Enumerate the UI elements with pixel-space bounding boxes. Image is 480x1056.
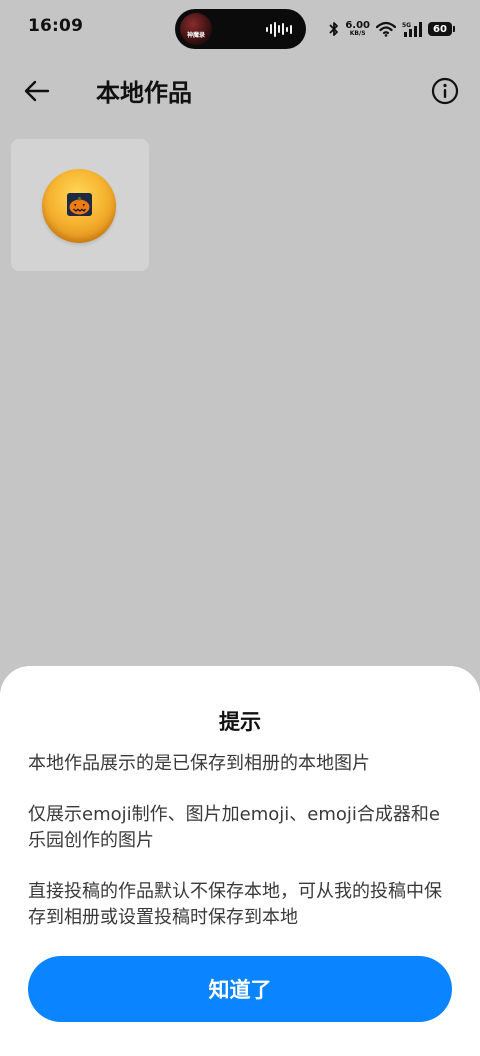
bluetooth-icon [329, 21, 339, 37]
dialog-paragraph-3: 直接投稿的作品默认不保存本地，可从我的投稿中保存到相册或设置投稿时保存到本地 [28, 881, 442, 928]
back-button[interactable] [20, 76, 54, 110]
now-playing-caption: 神魔录 [186, 32, 205, 39]
artwork-item[interactable] [11, 139, 149, 271]
network-speed-unit: KB/S [349, 30, 366, 37]
battery-indicator: 60 [428, 22, 455, 36]
dynamic-island[interactable]: 神魔录 [175, 9, 306, 49]
signal-generation-label: 5G [402, 22, 411, 29]
page-title: 本地作品 [96, 79, 192, 107]
dialog-title: 提示 [219, 710, 261, 734]
pumpkin-emoji-icon [42, 169, 116, 243]
info-circle-icon [431, 77, 459, 109]
info-button[interactable] [426, 74, 464, 112]
dialog-paragraph-1: 本地作品展示的是已保存到相册的本地图片 [28, 753, 370, 774]
status-bar: 16:09 神魔录 6.00 KB/S 5G 60 [0, 0, 480, 58]
audio-wave-icon [266, 21, 292, 37]
tip-bottom-sheet: 提示 本地作品展示的是已保存到相册的本地图片 仅展示emoji制作、图片加emo… [0, 666, 480, 1056]
cellular-signal-icon: 5G [402, 21, 422, 37]
arrow-left-icon [24, 80, 50, 106]
status-indicators: 6.00 KB/S 5G 60 [329, 17, 455, 41]
pumpkin-icon [67, 193, 92, 216]
now-playing-thumbnail: 神魔录 [180, 13, 212, 45]
network-speed: 6.00 KB/S [345, 21, 370, 37]
got-it-button[interactable]: 知道了 [28, 956, 452, 1022]
dialog-paragraph-2: 仅展示emoji制作、图片加emoji、emoji合成器和e乐园创作的图片 [28, 804, 440, 851]
status-time: 16:09 [28, 16, 84, 36]
app-bar: 本地作品 [0, 58, 480, 128]
wifi-icon [376, 21, 396, 37]
